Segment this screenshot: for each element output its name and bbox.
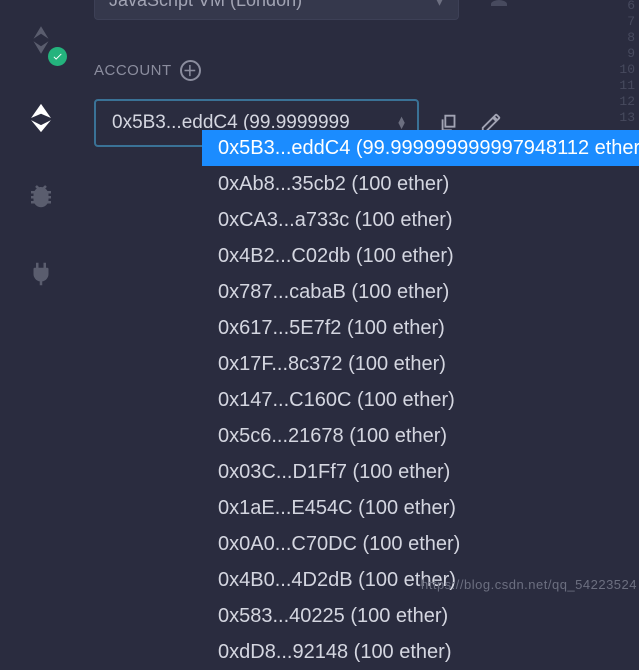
account-option[interactable]: 0x0A0...C70DC (100 ether)	[202, 526, 639, 562]
line-number: 6	[619, 0, 635, 14]
line-number-gutter: 678910111213	[619, 0, 639, 126]
line-number: 7	[619, 14, 635, 30]
account-option[interactable]: 0x5B3...eddC4 (99.999999999997948112 eth…	[202, 130, 639, 166]
chevron-down-icon: ▾	[435, 0, 444, 11]
add-account-button[interactable]: ＋	[180, 60, 201, 81]
account-option[interactable]: 0x03C...D1Ff7 (100 ether)	[202, 454, 639, 490]
sidebar-item-deploy[interactable]	[19, 96, 63, 140]
line-number: 12	[619, 94, 635, 110]
account-option[interactable]: 0x4B2...C02db (100 ether)	[202, 238, 639, 274]
account-option[interactable]: 0xAb8...35cb2 (100 ether)	[202, 166, 639, 202]
environment-label: JavaScript VM (London)	[109, 0, 302, 11]
deploy-panel: JavaScript VM (London) ▾ ACCOUNT ＋ 0x5B3…	[82, 0, 639, 610]
account-option[interactable]: 0x617...5E7f2 (100 ether)	[202, 310, 639, 346]
account-section-header: ACCOUNT ＋	[94, 60, 627, 81]
environment-select[interactable]: JavaScript VM (London) ▾	[94, 0, 459, 20]
ethereum-icon	[24, 101, 58, 135]
account-option[interactable]: 0x787...cabaB (100 ether)	[202, 274, 639, 310]
plug-icon	[26, 259, 56, 289]
account-option[interactable]: 0x1aE...E454C (100 ether)	[202, 490, 639, 526]
account-option[interactable]: 0xCA3...a733c (100 ether)	[202, 202, 639, 238]
account-option[interactable]: 0xdD8...92148 (100 ether)	[202, 634, 639, 670]
check-badge-icon	[48, 47, 67, 66]
bug-icon	[26, 181, 56, 211]
account-section-label: ACCOUNT	[94, 62, 172, 79]
account-option[interactable]: 0x147...C160C (100 ether)	[202, 382, 639, 418]
sidebar	[0, 0, 82, 610]
sidebar-item-debug[interactable]	[19, 174, 63, 218]
sidebar-item-solidity[interactable]	[19, 18, 63, 62]
account-option[interactable]: 0x17F...8c372 (100 ether)	[202, 346, 639, 382]
line-number: 13	[619, 110, 635, 126]
stepper-icon: ▲▼	[396, 117, 407, 129]
watermark: https://blog.csdn.net/qq_54223524	[421, 577, 637, 592]
line-number: 11	[619, 78, 635, 94]
sidebar-item-plugins[interactable]	[19, 252, 63, 296]
account-option[interactable]: 0x583...40225 (100 ether)	[202, 598, 639, 634]
line-number: 9	[619, 46, 635, 62]
user-icon[interactable]	[487, 0, 511, 10]
line-number: 8	[619, 30, 635, 46]
line-number: 10	[619, 62, 635, 78]
account-option[interactable]: 0x5c6...21678 (100 ether)	[202, 418, 639, 454]
